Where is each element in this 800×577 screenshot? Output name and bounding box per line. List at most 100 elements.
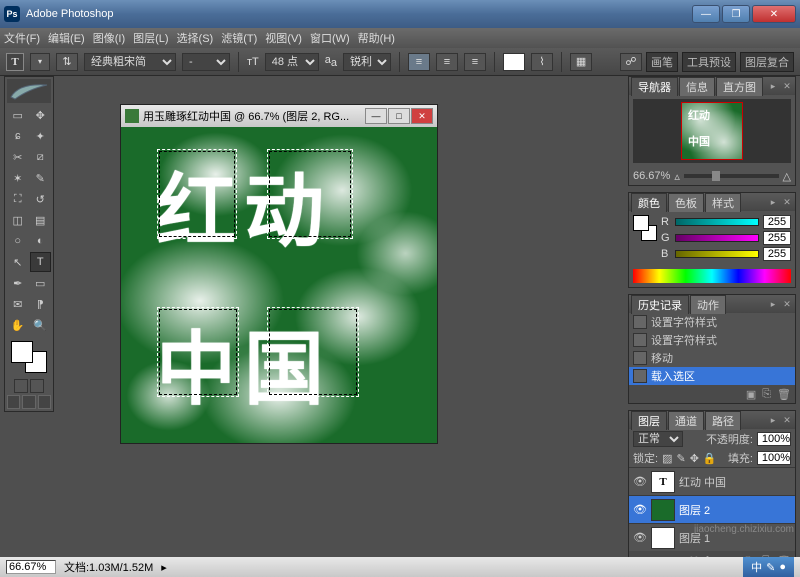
crop-tool[interactable]: ✂ — [7, 147, 29, 167]
blur-tool[interactable]: ○ — [7, 231, 29, 251]
tab-histogram[interactable]: 直方图 — [716, 77, 763, 96]
eraser-tool[interactable]: ◫ — [7, 210, 29, 230]
history-item[interactable]: 设置字符样式 — [629, 313, 795, 331]
brush-tool[interactable]: ✎ — [30, 168, 52, 188]
panel-menu-icon[interactable]: ▸ — [767, 80, 779, 92]
g-value[interactable]: 255 — [763, 231, 791, 245]
r-slider[interactable] — [675, 218, 759, 226]
stamp-tool[interactable]: ⛶ — [7, 189, 29, 209]
character-panel-button[interactable]: ▦ — [570, 53, 592, 71]
tab-history[interactable]: 历史记录 — [631, 295, 689, 314]
text-color-swatch[interactable] — [503, 53, 525, 71]
visibility-icon[interactable]: 👁 — [633, 503, 647, 517]
tab-swatches[interactable]: 色板 — [668, 193, 704, 212]
hand-tool[interactable]: ✋ — [7, 315, 29, 335]
doc-close-button[interactable]: ✕ — [411, 108, 433, 124]
doc-minimize-button[interactable]: — — [365, 108, 387, 124]
menu-layer[interactable]: 图层(L) — [133, 30, 168, 46]
screen-mode-2[interactable] — [22, 395, 35, 409]
menu-help[interactable]: 帮助(H) — [358, 30, 395, 46]
shape-tool[interactable]: ▭ — [30, 273, 52, 293]
lock-paint-icon[interactable]: ✎ — [676, 452, 685, 465]
tab-channels[interactable]: 通道 — [668, 411, 704, 430]
screen-mode-1[interactable] — [7, 395, 20, 409]
document-titlebar[interactable]: 用玉雕琢红动中国 @ 66.7% (图层 2, RG... — □ ✕ — [121, 105, 437, 127]
fill-input[interactable] — [757, 451, 791, 465]
zoom-in-icon[interactable]: △ — [783, 170, 791, 183]
panel-menu-icon[interactable]: ▸ — [767, 298, 779, 310]
text-orientation-button[interactable]: ⇅ — [56, 53, 78, 71]
marquee-tool[interactable]: ▭ — [7, 105, 29, 125]
healing-tool[interactable]: ✶ — [7, 168, 29, 188]
panel-close-icon[interactable]: ✕ — [781, 80, 793, 92]
history-item[interactable]: 设置字符样式 — [629, 331, 795, 349]
notes-tool[interactable]: ✉ — [7, 294, 29, 314]
font-size-select[interactable]: 48 点 — [265, 53, 319, 71]
lock-all-icon[interactable]: 🔒 — [703, 452, 717, 465]
menu-image[interactable]: 图像(I) — [93, 30, 125, 46]
zoom-tool[interactable]: 🔍 — [30, 315, 52, 335]
new-document-icon[interactable]: ⎘ — [762, 388, 771, 401]
g-slider[interactable] — [675, 234, 759, 242]
align-left-button[interactable]: ≡ — [408, 53, 430, 71]
tab-actions[interactable]: 动作 — [690, 295, 726, 314]
screen-mode-3[interactable] — [38, 395, 51, 409]
slice-tool[interactable]: ⧄ — [30, 147, 52, 167]
doc-maximize-button[interactable]: □ — [388, 108, 410, 124]
tray-lang-icon[interactable]: 中 — [751, 559, 762, 575]
tab-color[interactable]: 颜色 — [631, 193, 667, 212]
gradient-tool[interactable]: ▤ — [30, 210, 52, 230]
canvas[interactable]: 红动 中国 — [121, 127, 437, 443]
foreground-color-swatch[interactable] — [11, 341, 33, 363]
window-minimize-button[interactable]: — — [692, 5, 720, 23]
magic-wand-tool[interactable]: ✦ — [30, 126, 52, 146]
tab-paths[interactable]: 路径 — [705, 411, 741, 430]
panel-menu-icon[interactable]: ▸ — [767, 414, 779, 426]
history-item[interactable]: 移动 — [629, 349, 795, 367]
font-family-select[interactable]: 经典粗宋简 — [84, 53, 176, 71]
tab-layers[interactable]: 图层 — [631, 411, 667, 430]
path-select-tool[interactable]: ↖ — [7, 252, 29, 272]
move-tool[interactable]: ✥ — [30, 105, 52, 125]
tab-navigator[interactable]: 导航器 — [631, 77, 678, 96]
zoom-out-icon[interactable]: ▵ — [674, 170, 680, 183]
zoom-slider[interactable] — [684, 174, 779, 178]
warp-text-button[interactable]: ⌇ — [531, 53, 553, 71]
history-brush-tool[interactable]: ↺ — [30, 189, 52, 209]
b-slider[interactable] — [675, 250, 759, 258]
status-zoom[interactable]: 66.67% — [6, 560, 56, 574]
navigator-thumbnail[interactable]: 红动 中国 — [633, 99, 791, 163]
color-swatches[interactable] — [7, 339, 51, 375]
r-value[interactable]: 255 — [763, 215, 791, 229]
dock-tab-brushes[interactable]: 画笔 — [646, 52, 678, 72]
tray-ime-icon[interactable]: ✎ — [766, 561, 775, 574]
standard-mode-button[interactable] — [14, 379, 28, 393]
menu-filter[interactable]: 滤镜(T) — [221, 30, 257, 46]
b-value[interactable]: 255 — [763, 247, 791, 261]
history-item[interactable]: 载入选区 — [629, 367, 795, 385]
menu-window[interactable]: 窗口(W) — [310, 30, 350, 46]
text-tool[interactable]: T — [30, 252, 52, 272]
dock-tab-layer-comps[interactable]: 图层复合 — [740, 52, 794, 72]
font-style-select[interactable]: - — [182, 53, 230, 71]
panel-close-icon[interactable]: ✕ — [781, 298, 793, 310]
panel-close-icon[interactable]: ✕ — [781, 196, 793, 208]
panel-menu-icon[interactable]: ▸ — [767, 196, 779, 208]
lasso-tool[interactable]: ɕ — [7, 126, 29, 146]
align-right-button[interactable]: ≡ — [464, 53, 486, 71]
color-panel-swatches[interactable] — [633, 215, 657, 247]
lock-transparency-icon[interactable]: ▨ — [662, 452, 672, 465]
quickmask-mode-button[interactable] — [30, 379, 44, 393]
delete-icon[interactable]: 🗑 — [777, 388, 791, 401]
layer-row[interactable]: 👁 T 红动 中国 — [629, 467, 795, 495]
blend-mode-select[interactable]: 正常 — [633, 431, 683, 447]
window-maximize-button[interactable]: ❐ — [722, 5, 750, 23]
lock-position-icon[interactable]: ✥ — [690, 452, 699, 465]
eyedropper-tool[interactable]: ⁋ — [30, 294, 52, 314]
visibility-icon[interactable]: 👁 — [633, 475, 647, 489]
panel-close-icon[interactable]: ✕ — [781, 414, 793, 426]
status-arrow-icon[interactable]: ▸ — [161, 561, 167, 574]
brush-toggle-icon[interactable]: ☍ — [620, 53, 642, 71]
align-center-button[interactable]: ≡ — [436, 53, 458, 71]
color-spectrum[interactable] — [633, 269, 791, 283]
